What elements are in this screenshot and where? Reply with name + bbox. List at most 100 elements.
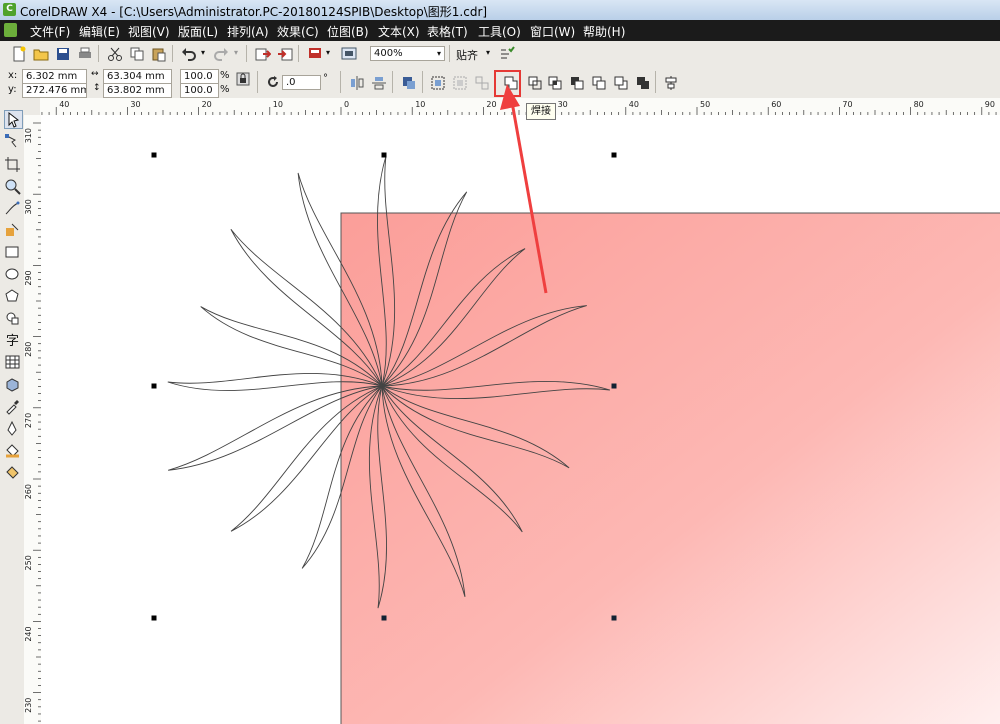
selection-handle[interactable]: [151, 152, 157, 158]
back-minus-front-icon[interactable]: [612, 74, 630, 92]
selection-handle[interactable]: [611, 383, 617, 389]
selection-handle[interactable]: [381, 615, 387, 621]
menu-layout[interactable]: 版面(L): [178, 23, 218, 40]
front-minus-back-icon[interactable]: [590, 74, 608, 92]
interactive-blend-tool-icon[interactable]: [4, 376, 21, 393]
menu-bar: 文件(F) 编辑(E) 视图(V) 版面(L) 排列(A) 效果(C) 位图(B…: [0, 20, 1000, 41]
undo-dropdown-icon[interactable]: ▾: [201, 48, 205, 57]
menu-file[interactable]: 文件(F): [30, 23, 70, 40]
menu-bitmaps[interactable]: 位图(B): [327, 23, 369, 40]
interactive-fill-tool-icon[interactable]: [4, 464, 21, 481]
shape-tool-icon[interactable]: [4, 133, 21, 150]
document-icon[interactable]: [4, 23, 17, 37]
redo-dropdown-icon[interactable]: ▾: [234, 48, 238, 57]
ruler-origin[interactable]: [24, 98, 40, 115]
separator: [257, 71, 258, 93]
drawing-canvas[interactable]: [41, 115, 1000, 724]
zoom-dropdown-icon[interactable]: ▾: [437, 47, 441, 60]
ellipse-tool-icon[interactable]: [4, 266, 21, 283]
outline-pen-tool-icon[interactable]: [4, 420, 21, 437]
x-position-field[interactable]: 6.302 mm: [22, 69, 87, 84]
title-bar: C CorelDRAW X4 - [C:\Users\Administrator…: [0, 0, 1000, 21]
selection-handle[interactable]: [151, 383, 157, 389]
zoom-level-value: 400%: [374, 48, 403, 59]
menu-arrange[interactable]: 排列(A): [227, 23, 269, 40]
cut-icon[interactable]: [106, 45, 124, 63]
ruler-label: 250: [24, 555, 33, 570]
table-tool-icon[interactable]: [4, 354, 21, 371]
pick-tool-icon[interactable]: [4, 110, 23, 129]
polygon-tool-icon[interactable]: [4, 288, 21, 305]
trim-icon[interactable]: [526, 74, 544, 92]
horizontal-ruler[interactable]: 40 30 20 10 0 10 20 30 40 50 60 70 80 90: [40, 98, 1000, 116]
launcher-dropdown-icon[interactable]: ▾: [326, 48, 330, 57]
eyedropper-tool-icon[interactable]: [4, 398, 21, 415]
snap-dropdown-icon[interactable]: ▾: [486, 48, 490, 57]
options-icon[interactable]: [498, 45, 516, 63]
gradient-rectangle[interactable]: [340, 212, 1000, 724]
text-tool-icon[interactable]: 字: [4, 330, 21, 349]
ruler-label: 240: [24, 626, 33, 641]
menu-text[interactable]: 文本(X): [378, 23, 420, 40]
selection-handle[interactable]: [611, 152, 617, 158]
application-launcher-icon[interactable]: [306, 45, 324, 63]
ruler-label: 70: [842, 100, 852, 109]
snap-to-button[interactable]: 贴齐: [456, 47, 478, 63]
crop-tool-icon[interactable]: [4, 156, 21, 173]
redo-icon[interactable]: [212, 45, 230, 63]
align-distribute-icon[interactable]: [662, 74, 680, 92]
menu-view[interactable]: 视图(V): [128, 23, 170, 40]
x-label: x:: [8, 70, 18, 81]
rectangle-tool-icon[interactable]: [4, 244, 21, 261]
vertical-ruler[interactable]: 310 300 290 280 270 260 250 240 230: [24, 115, 42, 724]
export-icon[interactable]: [276, 45, 294, 63]
simplify-icon[interactable]: [568, 74, 586, 92]
separator: [449, 45, 450, 62]
open-icon[interactable]: [32, 45, 50, 63]
ungroup-icon[interactable]: [451, 74, 469, 92]
menu-tools[interactable]: 工具(O): [478, 23, 521, 40]
print-icon[interactable]: [76, 45, 94, 63]
welcome-screen-icon[interactable]: [340, 45, 358, 63]
import-icon[interactable]: [254, 45, 272, 63]
menu-effects[interactable]: 效果(C): [277, 23, 319, 40]
intersect-icon[interactable]: [546, 74, 564, 92]
group-icon[interactable]: [429, 74, 447, 92]
basic-shapes-tool-icon[interactable]: [4, 310, 21, 327]
height-field[interactable]: 63.802 mm: [103, 83, 172, 98]
width-field[interactable]: 63.304 mm: [103, 69, 172, 84]
selection-handle[interactable]: [151, 615, 157, 621]
freehand-tool-icon[interactable]: [4, 200, 21, 217]
mirror-vertical-icon[interactable]: [370, 74, 388, 92]
menu-table[interactable]: 表格(T): [427, 23, 468, 40]
y-position-field[interactable]: 272.476 mm: [22, 83, 87, 98]
fill-tool-icon[interactable]: [4, 442, 21, 459]
rotation-angle-field[interactable]: .0: [282, 75, 321, 90]
new-icon[interactable]: [10, 45, 28, 63]
wrap-text-icon[interactable]: [400, 74, 418, 92]
paste-icon[interactable]: [150, 45, 168, 63]
save-icon[interactable]: [54, 45, 72, 63]
smart-fill-tool-icon[interactable]: [4, 222, 21, 239]
ungroup-all-icon[interactable]: [473, 74, 491, 92]
menu-window[interactable]: 窗口(W): [530, 23, 575, 40]
separator: [246, 45, 247, 62]
height-icon: ↕: [93, 83, 101, 93]
undo-icon[interactable]: [180, 45, 198, 63]
mirror-horizontal-icon[interactable]: [348, 74, 366, 92]
selection-handle[interactable]: [381, 152, 387, 158]
scale-y-field[interactable]: 100.0: [180, 83, 219, 98]
menu-edit[interactable]: 编辑(E): [79, 23, 120, 40]
separator: [340, 71, 341, 93]
zoom-level-select[interactable]: 400% ▾: [370, 46, 445, 61]
menu-help[interactable]: 帮助(H): [583, 23, 625, 40]
ruler-label: 20: [486, 100, 496, 109]
copy-icon[interactable]: [128, 45, 146, 63]
lock-ratio-icon[interactable]: [234, 70, 252, 88]
scale-x-field[interactable]: 100.0: [180, 69, 219, 84]
ruler-label: 30: [130, 100, 140, 109]
zoom-tool-icon[interactable]: [4, 178, 21, 195]
weld-tooltip: 焊接: [526, 103, 556, 120]
selection-handle[interactable]: [611, 615, 617, 621]
create-boundary-icon[interactable]: [634, 74, 652, 92]
